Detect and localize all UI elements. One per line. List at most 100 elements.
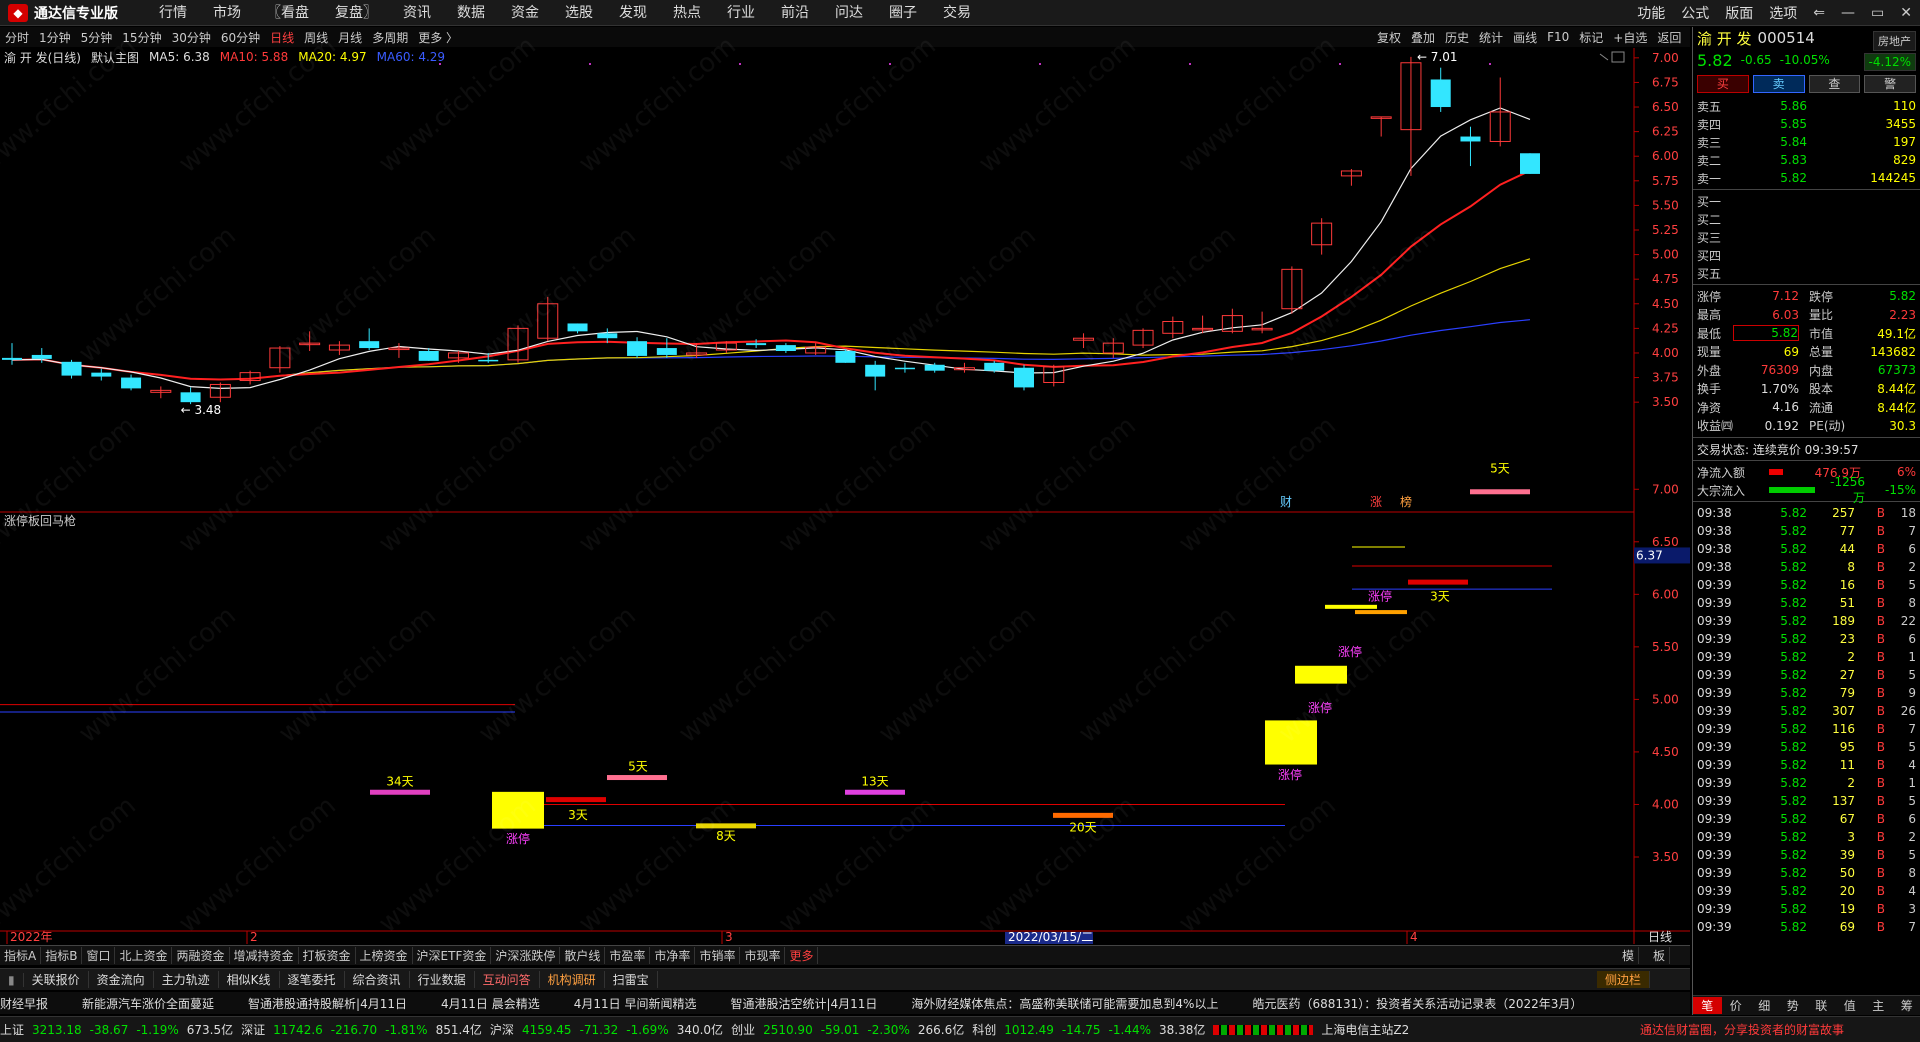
chart-tool-button[interactable]: 返回 (1652, 29, 1686, 46)
period-tab[interactable]: 周线 (299, 29, 333, 46)
chart-tool-button[interactable]: F10 (1542, 30, 1574, 44)
index-sz-name[interactable]: 深证 (241, 1021, 265, 1038)
query-button[interactable]: 查 (1808, 75, 1861, 93)
chart-tool-button[interactable]: 标记 (1574, 29, 1608, 46)
server-status[interactable]: 上海电信主站Z2 (1321, 1021, 1409, 1038)
period-tab[interactable]: 多周期 (367, 29, 413, 46)
menu-item[interactable]: 复盘〗 (322, 0, 390, 26)
info-tab[interactable]: 综合资讯 (345, 971, 410, 988)
index-sh-name[interactable]: 上证 (0, 1021, 24, 1038)
quote-panel-tab[interactable]: 价 (1722, 997, 1751, 1014)
menu-item[interactable]: 市场 (200, 0, 254, 26)
industry-badge[interactable]: 房地产 (1873, 31, 1916, 51)
indicator-tab[interactable]: 市盈率 (605, 947, 651, 964)
news-item[interactable]: 皓元医药（688131）：投资者关系活动记录表（2022年3月） (1252, 995, 1582, 1012)
menu-item[interactable]: 问达 (822, 0, 876, 26)
indicator-tab[interactable]: 打板资金 (299, 947, 356, 964)
chart-tool-button[interactable]: 历史 (1440, 29, 1474, 46)
news-item[interactable]: 财经早报 (0, 995, 48, 1012)
info-tab[interactable]: 扫雷宝 (605, 971, 658, 988)
menu-item[interactable]: 前沿 (768, 0, 822, 26)
menu-function[interactable]: 功能 (1629, 3, 1673, 23)
indicator-tab[interactable]: 增减持资金 (230, 947, 299, 964)
quote-panel-tab[interactable]: 联 (1807, 997, 1836, 1014)
menu-item[interactable]: 数据 (444, 0, 498, 26)
menu-item[interactable]: 〖看盘 (254, 0, 322, 26)
chart-tool-button[interactable]: 复权 (1372, 29, 1406, 46)
indicator-tab[interactable]: 沪深ETF资金 (413, 947, 492, 964)
layout-switch-button[interactable]: 板 (1649, 947, 1670, 964)
news-item[interactable]: 新能源汽车涨价全面蔓延 (82, 995, 214, 1012)
period-tab[interactable]: 月线 (333, 29, 367, 46)
menu-item[interactable]: 交易 (930, 0, 984, 26)
period-tab[interactable]: 30分钟 (167, 29, 216, 46)
chart-mode[interactable]: 默认主图 (91, 49, 139, 66)
news-item[interactable]: 智通港股通持股解析|4月11日 (248, 995, 407, 1012)
chart-tool-button[interactable]: +自选 (1608, 29, 1652, 46)
menu-layout[interactable]: 版面 (1717, 3, 1761, 23)
info-tab[interactable]: 互动问答 (475, 971, 540, 988)
menu-item[interactable]: 热点 (660, 0, 714, 26)
indicator-tab[interactable]: 市销率 (695, 947, 741, 964)
period-tab[interactable]: 分时 (0, 29, 34, 46)
sub-indicator-name[interactable]: 涨停板回马枪 (4, 512, 76, 529)
indicator-tab[interactable]: 市净率 (650, 947, 696, 964)
menu-item[interactable]: 圈子 (876, 0, 930, 26)
period-tab[interactable]: 1分钟 (34, 29, 76, 46)
period-tab[interactable]: 15分钟 (117, 29, 166, 46)
menu-formula[interactable]: 公式 (1673, 3, 1717, 23)
grip-icon[interactable]: ▮ (0, 972, 24, 987)
period-tab[interactable]: 5分钟 (76, 29, 118, 46)
minimize-icon[interactable]: — (1833, 5, 1863, 21)
indicator-tab[interactable]: 市现率 (740, 947, 786, 964)
info-tab[interactable]: 机构调研 (540, 971, 605, 988)
sell-button[interactable]: 卖 (1752, 75, 1805, 93)
period-tab[interactable]: 日线 (265, 29, 299, 46)
alert-button[interactable]: 警 (1864, 75, 1916, 93)
chart-tool-button[interactable]: 统计 (1474, 29, 1508, 46)
buy-button[interactable]: 买 (1697, 75, 1749, 93)
info-tab[interactable]: 关联报价 (24, 971, 89, 988)
quote-panel-tab[interactable]: 主 (1864, 997, 1893, 1014)
quote-panel-tab[interactable]: 细 (1750, 997, 1779, 1014)
indicator-tab[interactable]: 指标B (41, 947, 83, 964)
kline-chart[interactable]: 7.00 6.75 6.50 6.25 6.00 5.75 5.50 5.25 5.00 4.75… (0, 48, 1690, 944)
info-tab[interactable]: 逐笔委托 (280, 971, 345, 988)
news-item[interactable]: 4月11日 早间新闻精选 (574, 995, 697, 1012)
indicator-tab[interactable]: 散户线 (560, 947, 606, 964)
indicator-tab[interactable]: 窗口 (82, 947, 116, 964)
period-tab[interactable]: 更多 〉 (413, 29, 463, 46)
info-tab[interactable]: 相似K线 (219, 971, 280, 988)
news-item[interactable]: 智通港股沽空统计|4月11日 (730, 995, 877, 1012)
index-kc-name[interactable]: 科创 (972, 1021, 996, 1038)
indicator-tab[interactable]: 北上资金 (115, 947, 173, 964)
menu-item[interactable]: 选股 (552, 0, 606, 26)
menu-item[interactable]: 发现 (606, 0, 660, 26)
close-icon[interactable]: ✕ (1892, 5, 1920, 21)
layout-switch-button[interactable]: 模 (1618, 947, 1639, 964)
info-tab[interactable]: 主力轨迹 (154, 971, 219, 988)
back-icon[interactable]: ⇐ (1805, 5, 1833, 21)
indicator-tab[interactable]: 更多 (785, 947, 819, 964)
sidebar-toggle[interactable]: 侧边栏 (1596, 971, 1650, 988)
menu-item[interactable]: 资讯 (390, 0, 444, 26)
maximize-icon[interactable]: ▭ (1863, 5, 1892, 21)
index-cy-name[interactable]: 创业 (731, 1021, 755, 1038)
quote-panel-tab[interactable]: 筹 (1893, 997, 1920, 1014)
chart-tool-button[interactable]: 叠加 (1406, 29, 1440, 46)
info-tab[interactable]: 资金流向 (89, 971, 154, 988)
info-tab[interactable]: 行业数据 (410, 971, 475, 988)
indicator-tab[interactable]: 沪深涨跌停 (491, 947, 561, 964)
indicator-tab[interactable]: 上榜资金 (356, 947, 413, 964)
promo-text[interactable]: 通达信财富圈，分享投资者的财富故事 (1640, 1021, 1844, 1038)
news-item[interactable]: 4月11日 晨会精选 (441, 995, 540, 1012)
tick-list[interactable]: 09:38 5.82 257 B 18 09:38 5.82 77 B 7 09:38 5.82 44 B… (1693, 504, 1920, 936)
period-tab[interactable]: 60分钟 (216, 29, 265, 46)
quote-panel-tab[interactable]: 笔 (1693, 997, 1722, 1014)
quote-panel-tab[interactable]: 势 (1779, 997, 1808, 1014)
indicator-tab[interactable]: 指标A (0, 947, 42, 964)
menu-item[interactable]: 行情 (146, 0, 200, 26)
indicator-tab[interactable]: 两融资金 (172, 947, 230, 964)
quote-panel-tab[interactable]: 值 (1836, 997, 1865, 1014)
chart-tool-button[interactable]: 画线 (1508, 29, 1542, 46)
